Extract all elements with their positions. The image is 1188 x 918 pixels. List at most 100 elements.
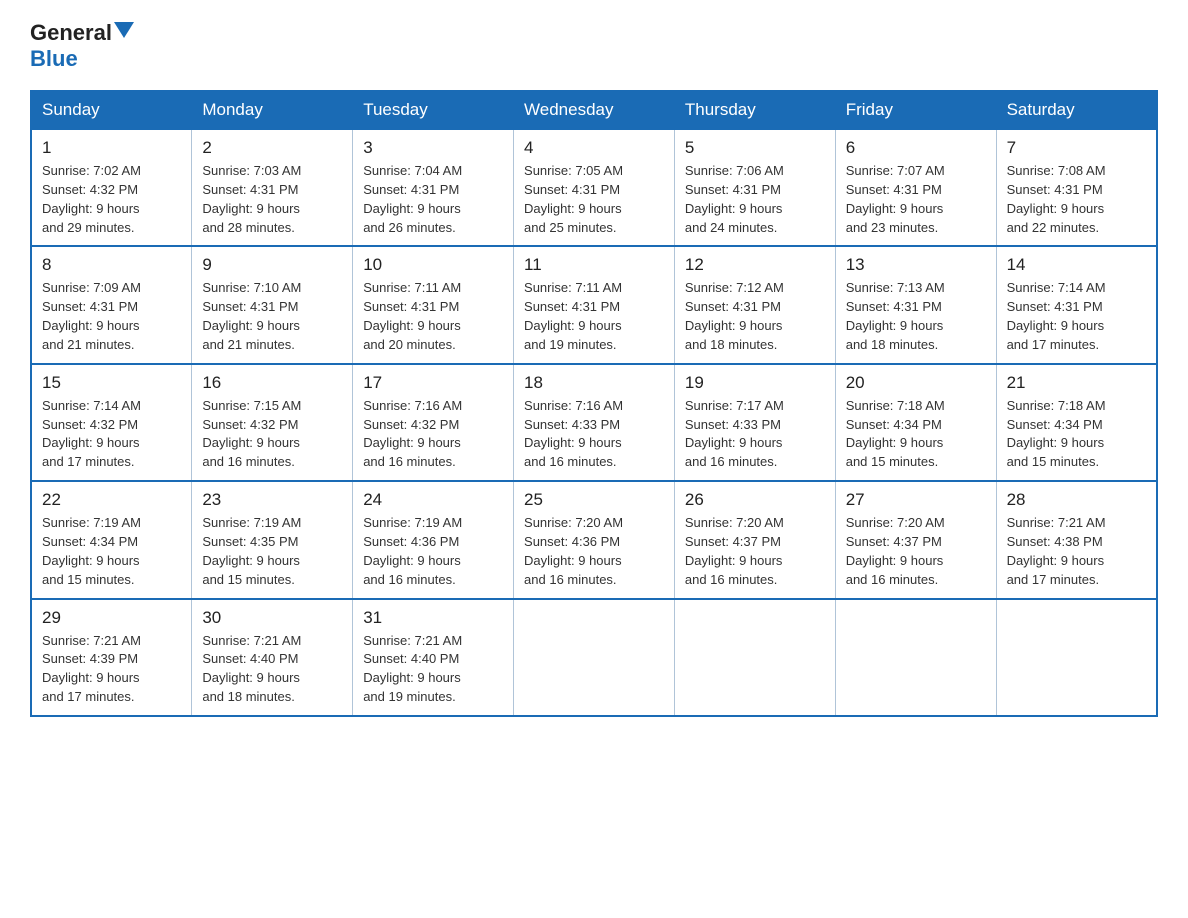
- day-info: Sunrise: 7:16 AM Sunset: 4:32 PM Dayligh…: [363, 397, 503, 472]
- calendar-table: SundayMondayTuesdayWednesdayThursdayFrid…: [30, 90, 1158, 717]
- calendar-cell: 21 Sunrise: 7:18 AM Sunset: 4:34 PM Dayl…: [996, 364, 1157, 481]
- day-info: Sunrise: 7:21 AM Sunset: 4:39 PM Dayligh…: [42, 632, 181, 707]
- day-info: Sunrise: 7:18 AM Sunset: 4:34 PM Dayligh…: [846, 397, 986, 472]
- day-info: Sunrise: 7:08 AM Sunset: 4:31 PM Dayligh…: [1007, 162, 1146, 237]
- day-number: 1: [42, 138, 181, 158]
- day-number: 8: [42, 255, 181, 275]
- day-number: 16: [202, 373, 342, 393]
- day-number: 23: [202, 490, 342, 510]
- day-info: Sunrise: 7:18 AM Sunset: 4:34 PM Dayligh…: [1007, 397, 1146, 472]
- calendar-cell: 27 Sunrise: 7:20 AM Sunset: 4:37 PM Dayl…: [835, 481, 996, 598]
- day-number: 21: [1007, 373, 1146, 393]
- calendar-day-header: Monday: [192, 91, 353, 129]
- calendar-cell: 24 Sunrise: 7:19 AM Sunset: 4:36 PM Dayl…: [353, 481, 514, 598]
- day-number: 5: [685, 138, 825, 158]
- calendar-week-row: 1 Sunrise: 7:02 AM Sunset: 4:32 PM Dayli…: [31, 129, 1157, 246]
- day-number: 7: [1007, 138, 1146, 158]
- calendar-cell: 8 Sunrise: 7:09 AM Sunset: 4:31 PM Dayli…: [31, 246, 192, 363]
- calendar-week-row: 8 Sunrise: 7:09 AM Sunset: 4:31 PM Dayli…: [31, 246, 1157, 363]
- calendar-week-row: 22 Sunrise: 7:19 AM Sunset: 4:34 PM Dayl…: [31, 481, 1157, 598]
- calendar-cell: [674, 599, 835, 716]
- day-info: Sunrise: 7:06 AM Sunset: 4:31 PM Dayligh…: [685, 162, 825, 237]
- logo: General Blue: [30, 20, 134, 72]
- day-info: Sunrise: 7:20 AM Sunset: 4:37 PM Dayligh…: [685, 514, 825, 589]
- calendar-week-row: 15 Sunrise: 7:14 AM Sunset: 4:32 PM Dayl…: [31, 364, 1157, 481]
- calendar-cell: 3 Sunrise: 7:04 AM Sunset: 4:31 PM Dayli…: [353, 129, 514, 246]
- page-header: General Blue: [30, 20, 1158, 72]
- day-info: Sunrise: 7:09 AM Sunset: 4:31 PM Dayligh…: [42, 279, 181, 354]
- day-number: 6: [846, 138, 986, 158]
- calendar-week-row: 29 Sunrise: 7:21 AM Sunset: 4:39 PM Dayl…: [31, 599, 1157, 716]
- calendar-day-header: Sunday: [31, 91, 192, 129]
- day-number: 22: [42, 490, 181, 510]
- calendar-cell: 29 Sunrise: 7:21 AM Sunset: 4:39 PM Dayl…: [31, 599, 192, 716]
- day-info: Sunrise: 7:10 AM Sunset: 4:31 PM Dayligh…: [202, 279, 342, 354]
- calendar-day-header: Saturday: [996, 91, 1157, 129]
- day-info: Sunrise: 7:17 AM Sunset: 4:33 PM Dayligh…: [685, 397, 825, 472]
- day-info: Sunrise: 7:14 AM Sunset: 4:31 PM Dayligh…: [1007, 279, 1146, 354]
- day-number: 27: [846, 490, 986, 510]
- day-number: 24: [363, 490, 503, 510]
- day-number: 15: [42, 373, 181, 393]
- calendar-cell: 26 Sunrise: 7:20 AM Sunset: 4:37 PM Dayl…: [674, 481, 835, 598]
- calendar-day-header: Friday: [835, 91, 996, 129]
- day-info: Sunrise: 7:20 AM Sunset: 4:36 PM Dayligh…: [524, 514, 664, 589]
- calendar-cell: 20 Sunrise: 7:18 AM Sunset: 4:34 PM Dayl…: [835, 364, 996, 481]
- calendar-cell: 1 Sunrise: 7:02 AM Sunset: 4:32 PM Dayli…: [31, 129, 192, 246]
- day-info: Sunrise: 7:12 AM Sunset: 4:31 PM Dayligh…: [685, 279, 825, 354]
- day-info: Sunrise: 7:21 AM Sunset: 4:40 PM Dayligh…: [363, 632, 503, 707]
- day-number: 20: [846, 373, 986, 393]
- calendar-cell: [996, 599, 1157, 716]
- day-number: 4: [524, 138, 664, 158]
- day-number: 29: [42, 608, 181, 628]
- day-info: Sunrise: 7:21 AM Sunset: 4:40 PM Dayligh…: [202, 632, 342, 707]
- calendar-day-header: Tuesday: [353, 91, 514, 129]
- logo-triangle-icon: [114, 22, 134, 38]
- calendar-cell: 10 Sunrise: 7:11 AM Sunset: 4:31 PM Dayl…: [353, 246, 514, 363]
- day-number: 31: [363, 608, 503, 628]
- calendar-cell: 25 Sunrise: 7:20 AM Sunset: 4:36 PM Dayl…: [514, 481, 675, 598]
- day-number: 12: [685, 255, 825, 275]
- day-number: 17: [363, 373, 503, 393]
- calendar-cell: 12 Sunrise: 7:12 AM Sunset: 4:31 PM Dayl…: [674, 246, 835, 363]
- calendar-cell: 4 Sunrise: 7:05 AM Sunset: 4:31 PM Dayli…: [514, 129, 675, 246]
- calendar-cell: 28 Sunrise: 7:21 AM Sunset: 4:38 PM Dayl…: [996, 481, 1157, 598]
- calendar-cell: 31 Sunrise: 7:21 AM Sunset: 4:40 PM Dayl…: [353, 599, 514, 716]
- calendar-cell: 2 Sunrise: 7:03 AM Sunset: 4:31 PM Dayli…: [192, 129, 353, 246]
- calendar-cell: 6 Sunrise: 7:07 AM Sunset: 4:31 PM Dayli…: [835, 129, 996, 246]
- day-info: Sunrise: 7:07 AM Sunset: 4:31 PM Dayligh…: [846, 162, 986, 237]
- day-info: Sunrise: 7:05 AM Sunset: 4:31 PM Dayligh…: [524, 162, 664, 237]
- day-number: 2: [202, 138, 342, 158]
- day-info: Sunrise: 7:19 AM Sunset: 4:35 PM Dayligh…: [202, 514, 342, 589]
- day-number: 9: [202, 255, 342, 275]
- calendar-cell: 16 Sunrise: 7:15 AM Sunset: 4:32 PM Dayl…: [192, 364, 353, 481]
- day-number: 14: [1007, 255, 1146, 275]
- day-number: 3: [363, 138, 503, 158]
- day-info: Sunrise: 7:11 AM Sunset: 4:31 PM Dayligh…: [363, 279, 503, 354]
- day-info: Sunrise: 7:19 AM Sunset: 4:34 PM Dayligh…: [42, 514, 181, 589]
- day-info: Sunrise: 7:19 AM Sunset: 4:36 PM Dayligh…: [363, 514, 503, 589]
- calendar-cell: 13 Sunrise: 7:13 AM Sunset: 4:31 PM Dayl…: [835, 246, 996, 363]
- day-info: Sunrise: 7:03 AM Sunset: 4:31 PM Dayligh…: [202, 162, 342, 237]
- calendar-cell: 17 Sunrise: 7:16 AM Sunset: 4:32 PM Dayl…: [353, 364, 514, 481]
- calendar-cell: 18 Sunrise: 7:16 AM Sunset: 4:33 PM Dayl…: [514, 364, 675, 481]
- calendar-cell: [835, 599, 996, 716]
- day-number: 26: [685, 490, 825, 510]
- logo-general-text: General: [30, 20, 112, 46]
- calendar-cell: 5 Sunrise: 7:06 AM Sunset: 4:31 PM Dayli…: [674, 129, 835, 246]
- calendar-day-header: Wednesday: [514, 91, 675, 129]
- day-info: Sunrise: 7:21 AM Sunset: 4:38 PM Dayligh…: [1007, 514, 1146, 589]
- day-info: Sunrise: 7:14 AM Sunset: 4:32 PM Dayligh…: [42, 397, 181, 472]
- day-number: 28: [1007, 490, 1146, 510]
- day-info: Sunrise: 7:20 AM Sunset: 4:37 PM Dayligh…: [846, 514, 986, 589]
- day-info: Sunrise: 7:04 AM Sunset: 4:31 PM Dayligh…: [363, 162, 503, 237]
- calendar-cell: 30 Sunrise: 7:21 AM Sunset: 4:40 PM Dayl…: [192, 599, 353, 716]
- logo-blue-text: Blue: [30, 46, 78, 72]
- day-info: Sunrise: 7:16 AM Sunset: 4:33 PM Dayligh…: [524, 397, 664, 472]
- calendar-cell: 19 Sunrise: 7:17 AM Sunset: 4:33 PM Dayl…: [674, 364, 835, 481]
- calendar-cell: 23 Sunrise: 7:19 AM Sunset: 4:35 PM Dayl…: [192, 481, 353, 598]
- calendar-cell: 15 Sunrise: 7:14 AM Sunset: 4:32 PM Dayl…: [31, 364, 192, 481]
- day-number: 18: [524, 373, 664, 393]
- calendar-cell: 14 Sunrise: 7:14 AM Sunset: 4:31 PM Dayl…: [996, 246, 1157, 363]
- day-number: 19: [685, 373, 825, 393]
